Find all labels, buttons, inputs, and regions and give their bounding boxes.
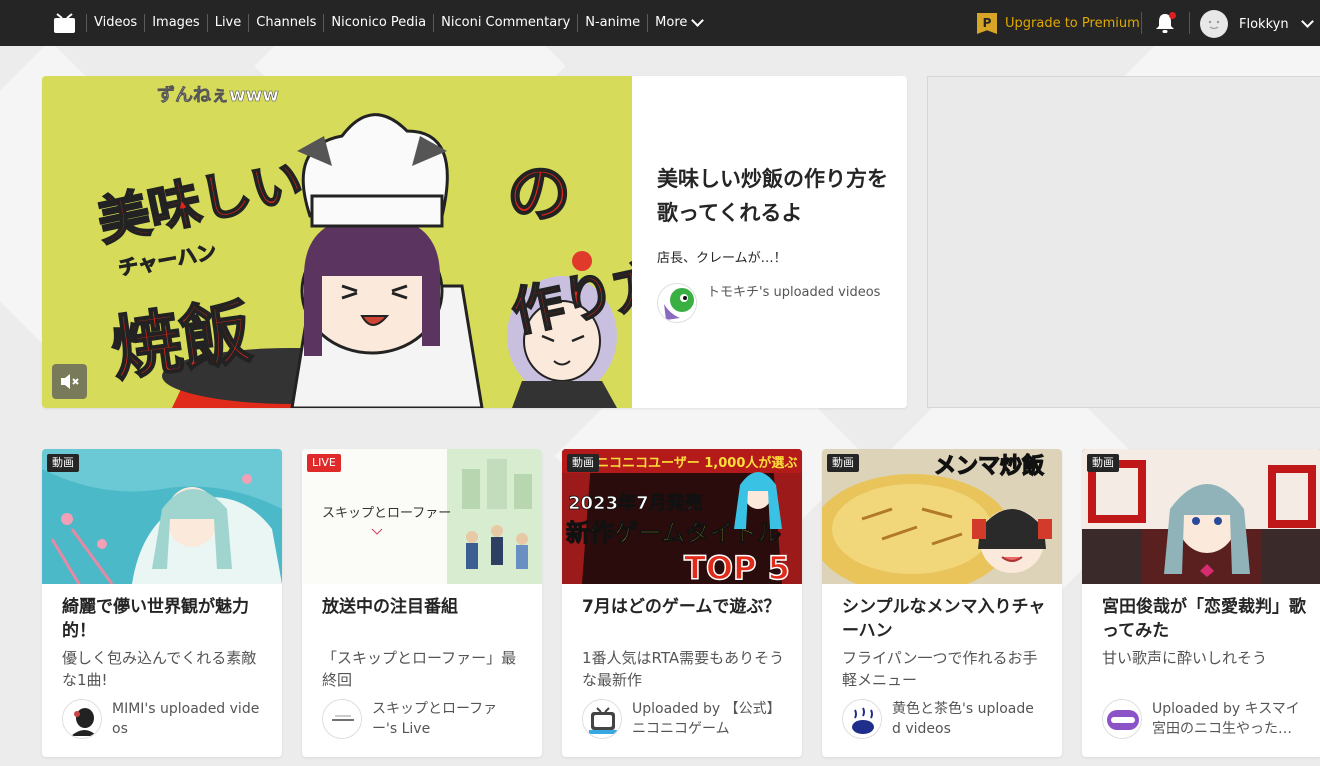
card-uploader[interactable]: Uploaded by 【公式】ニコニコゲーム (582, 699, 782, 739)
uploader-avatar (582, 699, 622, 739)
media-type-badge: 動画 (47, 454, 79, 472)
live-badge: LIVE (307, 454, 341, 472)
live-card[interactable]: スキップとローファー LIVE 放送中の注目番組 「スキップとローファー」最終回… (302, 449, 542, 757)
featured-hero-card[interactable]: 美味しい チャーハン 焼飯 の 作り方 ずんねぇwww 美味しい炒飯の作り方を歌… (42, 76, 907, 408)
card-title[interactable]: 宮田俊哉が「恋愛裁判」歌ってみた (1102, 595, 1307, 643)
nav-channels[interactable]: Channels (248, 14, 323, 32)
top-navigation-bar: Videos Images Live Channels Niconico Ped… (0, 0, 1320, 46)
svg-text:2023年7月発売: 2023年7月発売 (568, 492, 703, 514)
svg-text:スキップとローファー: スキップとローファー (322, 506, 451, 521)
svg-text:メンマ炒飯: メンマ炒飯 (934, 453, 1044, 479)
svg-text:TOP 5: TOP 5 (684, 549, 790, 584)
hero-subtitle: 店長、クレームが…！ (657, 251, 787, 266)
card-thumbnail: スキップとローファー LIVE (302, 449, 542, 584)
divider (1141, 12, 1142, 34)
hero-title[interactable]: 美味しい炒飯の作り方を歌ってくれるよ (657, 162, 889, 230)
card-title[interactable]: 綺麗で儚い世界観が魅力的！ (62, 595, 267, 643)
upgrade-premium-link[interactable]: P Upgrade to Premium (977, 13, 1140, 34)
nav-n-anime[interactable]: N-anime (577, 14, 647, 32)
nav-more-label: More (655, 15, 688, 30)
user-menu[interactable]: Flokkyn (1200, 10, 1314, 38)
card-thumbnail: 動画 (42, 449, 282, 584)
user-avatar (1200, 10, 1228, 38)
hero-uploader[interactable]: トモキチ's uploaded videos (657, 283, 883, 323)
video-card[interactable]: メンマ炒飯 動画 シンプルなメンマ入りチャーハン フライパン一つで作れるお手軽メ… (822, 449, 1062, 757)
uploader-name: MIMI's uploaded videos (112, 701, 260, 737)
card-subtitle: フライパン一つで作れるお手軽メニュー (842, 649, 1038, 689)
uploader-avatar (842, 699, 882, 739)
hero-illustration: 美味しい チャーハン 焼飯 の 作り方 ずんねぇwww (42, 76, 632, 408)
username: Flokkyn (1239, 16, 1289, 32)
chevron-down-icon (1300, 15, 1314, 28)
card-title[interactable]: 放送中の注目番組 (322, 595, 527, 619)
premium-label: Upgrade to Premium (1005, 16, 1140, 31)
uploader-name: Uploaded by キスマイ宮田のニコ生やった… (1152, 701, 1300, 737)
card-title[interactable]: シンプルなメンマ入りチャーハン (842, 595, 1047, 643)
card-thumbnail: ニコニコユーザー 1,000人が選ぶ 2023年7月発売 新作ゲームタイトル T… (562, 449, 802, 584)
video-card[interactable]: 動画 宮田俊哉が「恋愛裁判」歌ってみた 甘い歌声に酔いしれそう Uploaded… (1082, 449, 1320, 757)
svg-text:ニコニコユーザー 1,000人が選ぶ: ニコニコユーザー 1,000人が選ぶ (596, 455, 797, 471)
main-nav: Videos Images Live Channels Niconico Ped… (86, 0, 709, 46)
card-thumbnail: メンマ炒飯 動画 (822, 449, 1062, 584)
uploader-name: Uploaded by 【公式】ニコニコゲーム (632, 701, 781, 737)
uploader-avatar (657, 283, 697, 323)
ad-placeholder (927, 76, 1320, 408)
nav-niconi-commentary[interactable]: Niconi Commentary (433, 14, 577, 32)
uploader-name: 黄色と茶色's uploaded videos (892, 701, 1034, 737)
uploader-name: スキップとローファー's Live (372, 701, 498, 737)
card-uploader[interactable]: Uploaded by キスマイ宮田のニコ生やった… (1102, 699, 1302, 739)
nav-more-menu[interactable]: More (647, 14, 709, 32)
nav-niconico-pedia[interactable]: Niconico Pedia (323, 14, 433, 32)
svg-text:新作ゲームタイトル: 新作ゲームタイトル (566, 519, 781, 547)
media-type-badge: 動画 (1087, 454, 1119, 472)
video-card[interactable]: ニコニコユーザー 1,000人が選ぶ 2023年7月発売 新作ゲームタイトル T… (562, 449, 802, 757)
mute-button[interactable] (52, 364, 87, 399)
niconico-logo-icon[interactable] (53, 12, 76, 34)
notification-bell-icon[interactable] (1154, 12, 1176, 34)
divider (1189, 12, 1190, 34)
svg-text:の: の (507, 158, 571, 232)
uploader-avatar (62, 699, 102, 739)
chevron-down-icon (691, 14, 705, 27)
uploader-avatar (1102, 699, 1142, 739)
media-type-badge: 動画 (827, 454, 859, 472)
media-type-badge: 動画 (567, 454, 599, 472)
notification-dot (1169, 12, 1176, 19)
card-thumbnail: 動画 (1082, 449, 1320, 584)
card-uploader[interactable]: 黄色と茶色's uploaded videos (842, 699, 1042, 739)
hero-thumbnail[interactable]: 美味しい チャーハン 焼飯 の 作り方 ずんねぇwww (42, 76, 632, 408)
video-card[interactable]: 動画 綺麗で儚い世界観が魅力的！ 優しく包み込んでくれる素敵な1曲! MIMI'… (42, 449, 282, 757)
speaker-muted-icon (61, 374, 79, 389)
card-subtitle: 甘い歌声に酔いしれそう (1102, 649, 1268, 667)
uploader-avatar (322, 699, 362, 739)
card-uploader[interactable]: スキップとローファー's Live (322, 699, 522, 739)
card-subtitle: 「スキップとローファー」最終回 (322, 649, 517, 689)
card-subtitle: 1番人気はRTA需要もありそうな最新作 (582, 649, 785, 689)
card-subtitle: 優しく包み込んでくれる素敵な1曲! (62, 649, 257, 689)
nav-images[interactable]: Images (144, 14, 207, 32)
uploader-name: トモキチ's uploaded videos (707, 285, 881, 300)
card-uploader[interactable]: MIMI's uploaded videos (62, 699, 262, 739)
card-title[interactable]: 7月はどのゲームで遊ぶ？ (582, 595, 787, 619)
premium-badge-icon: P (977, 13, 997, 34)
nav-live[interactable]: Live (206, 14, 249, 32)
svg-text:ずんねぇwww: ずんねぇwww (157, 85, 279, 106)
nav-videos[interactable]: Videos (86, 14, 144, 32)
